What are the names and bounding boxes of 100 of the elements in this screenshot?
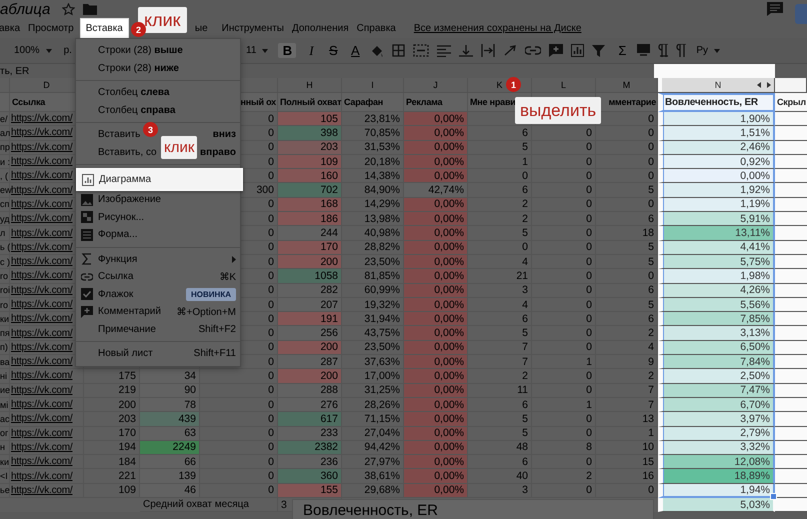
format-button[interactable]: S: [326, 43, 340, 58]
link[interactable]: https://vk.com/: [11, 342, 72, 353]
menu-item[interactable]: Вставить: [98, 129, 140, 140]
link[interactable]: https://vk.com/: [11, 428, 72, 439]
table-cell: 1,98%: [658, 269, 775, 284]
align-icon[interactable]: [437, 44, 452, 56]
column-header[interactable]: Ссылка: [12, 97, 46, 107]
column-header[interactable]: Реклама: [406, 97, 442, 107]
font-size-dropdown[interactable]: 11: [244, 45, 270, 56]
link[interactable]: https://vk.com/: [11, 413, 72, 424]
text-rotate-icon[interactable]: [503, 44, 518, 57]
menu-item[interactable]: Строки (28) ниже: [76, 60, 240, 77]
menu-item[interactable]: Диаграмма: [76, 168, 243, 191]
column-letter[interactable]: N: [714, 80, 722, 90]
filter-icon[interactable]: [592, 44, 606, 56]
save-status-link[interactable]: Все изменения сохранены на Диске: [414, 22, 582, 34]
column-header[interactable]: нный ох: [240, 97, 276, 107]
comment-icon[interactable]: [549, 44, 564, 57]
folder-icon[interactable]: [83, 3, 98, 15]
link[interactable]: https://vk.com/: [11, 228, 72, 239]
table-cell: 0,00%: [404, 226, 468, 241]
link[interactable]: https://vk.com/: [11, 299, 72, 310]
menu-bar-item[interactable]: Инструменты: [220, 20, 286, 36]
document-title[interactable]: аблица: [0, 0, 50, 18]
link[interactable]: https://vk.com/: [11, 470, 72, 482]
menu-bar-item[interactable]: Справка: [354, 20, 398, 36]
menu-bar-item[interactable]: Просмотр: [26, 20, 76, 36]
borders-icon[interactable]: [392, 44, 406, 57]
vertical-align-icon[interactable]: [459, 44, 474, 57]
menu-bar-item[interactable]: Дополнения: [290, 20, 351, 36]
functions-button[interactable]: Σ: [615, 43, 630, 58]
link[interactable]: https://vk.com/: [11, 113, 72, 124]
formula-text[interactable]: ть, ER: [0, 66, 30, 76]
table-cell: 2382: [278, 440, 342, 456]
star-icon[interactable]: [62, 2, 76, 16]
table-cell: 439: [140, 412, 200, 427]
column-header[interactable]: мментарие: [608, 97, 656, 107]
table-cell: 5,03%: [658, 498, 775, 512]
column-letter[interactable]: K: [496, 80, 502, 90]
paragraph-icon[interactable]: [658, 44, 668, 57]
menu-bar-item[interactable]: ые: [192, 20, 210, 36]
link[interactable]: https://vk.com/: [11, 484, 72, 496]
text-wrap-icon[interactable]: [481, 44, 496, 57]
fill-color-icon[interactable]: [370, 44, 384, 58]
zoom-dropdown[interactable]: 100%: [12, 45, 54, 56]
link[interactable]: https://vk.com/: [11, 356, 72, 368]
column-letter[interactable]: D: [43, 80, 50, 90]
link[interactable]: https://vk.com/: [11, 284, 72, 296]
link[interactable]: https://vk.com/: [11, 270, 72, 282]
link[interactable]: https://vk.com/: [11, 256, 72, 268]
table-cell: 1,92%: [658, 183, 775, 198]
table-cell: 617: [278, 412, 342, 427]
menu-item[interactable]: Строки (28) выше: [76, 42, 240, 60]
link[interactable]: https://vk.com/: [11, 142, 72, 153]
column-header[interactable]: Мне нрави: [470, 97, 516, 107]
link[interactable]: https://vk.com/: [11, 156, 72, 168]
link[interactable]: https://vk.com/: [11, 127, 72, 138]
menu-item[interactable]: Вставить, со: [98, 146, 157, 158]
chart-card[interactable]: Вовлеченность, ER: [292, 499, 654, 519]
table-cell: 0,00%: [404, 384, 468, 398]
format-button[interactable]: A: [348, 43, 362, 58]
currency-dropdown[interactable]: р.: [62, 45, 74, 56]
link[interactable]: https://vk.com/: [11, 328, 72, 339]
menu-bar-item[interactable]: Вставка: [80, 18, 129, 38]
table-cell: 1,51%: [658, 126, 775, 141]
link[interactable]: https://vk.com/: [11, 170, 72, 182]
format-button[interactable]: B: [278, 43, 296, 58]
table-cell: 1,90%: [658, 112, 775, 126]
column-header[interactable]: Сарафан: [344, 97, 384, 107]
link[interactable]: https://vk.com/: [11, 198, 72, 210]
link[interactable]: https://vk.com/: [11, 456, 72, 468]
input-tools-dropdown[interactable]: Ру: [694, 45, 722, 56]
link[interactable]: https://vk.com/: [11, 184, 72, 196]
table-cell: 398: [278, 126, 342, 141]
column-header[interactable]: Полный охват: [280, 97, 342, 107]
column-letter[interactable]: J: [433, 80, 438, 90]
paragraph-icon[interactable]: [676, 44, 686, 57]
menu-item[interactable]: вниз: [212, 129, 236, 140]
link[interactable]: https://vk.com/: [11, 384, 72, 396]
caret-icon: [714, 48, 720, 52]
chart-icon[interactable]: [571, 44, 584, 57]
comment-icon[interactable]: [767, 2, 783, 16]
link[interactable]: https://vk.com/: [11, 242, 72, 253]
column-arrows-icon[interactable]: [757, 82, 771, 88]
link[interactable]: https://vk.com/: [11, 442, 72, 453]
menu-item[interactable]: Столбец слева: [76, 84, 240, 102]
column-letter[interactable]: H: [306, 80, 313, 90]
link-icon[interactable]: [525, 46, 542, 55]
format-button[interactable]: I: [304, 42, 318, 58]
table-cell: 256: [278, 326, 342, 341]
link[interactable]: https://vk.com/: [11, 399, 72, 410]
link[interactable]: https://vk.com/: [11, 213, 72, 224]
fill-handle[interactable]: [770, 493, 777, 500]
merge-cells-icon[interactable]: [413, 44, 430, 57]
table-cell: 233: [278, 426, 342, 441]
link[interactable]: https://vk.com/: [11, 313, 72, 324]
column-letter[interactable]: I: [371, 80, 374, 90]
column-letter[interactable]: M: [622, 80, 630, 90]
column-letter[interactable]: L: [560, 80, 566, 90]
link[interactable]: https://vk.com/: [11, 370, 72, 382]
